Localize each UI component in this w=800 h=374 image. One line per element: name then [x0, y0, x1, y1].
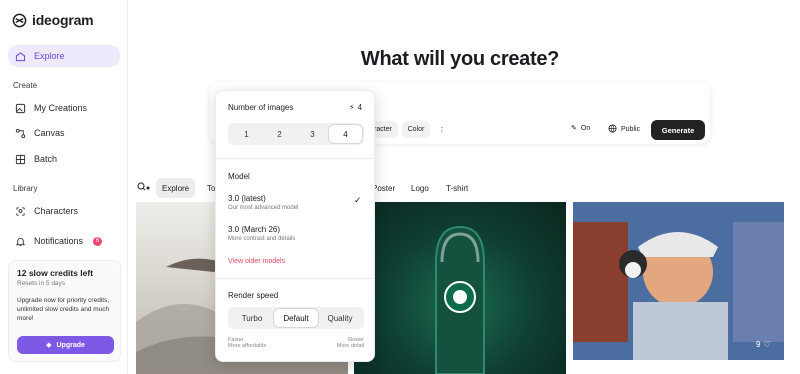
check-icon: ✓ — [354, 195, 362, 205]
credits-promo: Upgrade now for priority credits, unlimi… — [17, 297, 110, 322]
images-option-3[interactable]: 3 — [296, 125, 329, 143]
divider — [216, 158, 374, 159]
gallery-image-starbucks[interactable] — [354, 202, 566, 374]
ideogram-logo-icon — [12, 13, 27, 27]
images-option-4[interactable]: 4 — [329, 125, 362, 143]
gallery-image-mailman[interactable] — [573, 202, 784, 360]
tab-logo[interactable]: Logo — [405, 178, 435, 198]
tab-explore[interactable]: Explore — [156, 178, 196, 198]
upgrade-button[interactable]: ◆ Upgrade — [17, 336, 114, 354]
sidebar-item-canvas[interactable]: Canvas — [8, 122, 120, 144]
like-counter[interactable]: 9 ♡ — [756, 340, 771, 349]
bolt-icon: ⚡ — [349, 103, 355, 112]
images-option-1[interactable]: 1 — [230, 125, 263, 143]
sidebar-item-characters[interactable]: Characters — [8, 200, 120, 222]
speed-note-affordable: More affordable — [228, 343, 267, 349]
render-speed-label: Render speed — [228, 291, 279, 300]
visibility-toggle[interactable]: Public — [608, 124, 640, 135]
page-title: What will you create? — [360, 48, 560, 70]
model-label: Model — [228, 172, 250, 181]
home-icon — [14, 50, 26, 62]
diamond-icon: ◆ — [46, 342, 52, 349]
section-create: Create — [13, 81, 38, 90]
color-chip[interactable]: Color — [402, 121, 430, 138]
speed-option-turbo[interactable]: Turbo — [230, 309, 274, 327]
model-name: 3.0 (latest) — [228, 194, 266, 203]
upgrade-label: Upgrade — [56, 341, 85, 349]
generate-button[interactable]: Generate — [651, 120, 705, 140]
sidebar-item-my-creations[interactable]: My Creations — [8, 97, 120, 119]
notification-badge: 6 — [93, 236, 103, 246]
model-desc: Our most advanced model — [228, 205, 299, 211]
brand-name: ideogram — [32, 12, 94, 28]
sidebar-item-explore[interactable]: Explore — [8, 45, 120, 67]
more-options-icon[interactable]: ⋮ — [434, 121, 450, 138]
divider — [216, 278, 374, 279]
bell-icon — [14, 235, 26, 247]
model-option-march26[interactable]: 3.0 (March 26) More contrast and details — [228, 225, 364, 242]
images-cost: ⚡ 4 — [349, 103, 362, 112]
credits-reset: Resets in 5 days — [17, 280, 66, 287]
sidebar-item-label: Characters — [34, 206, 79, 216]
model-name: 3.0 (March 26) — [228, 225, 281, 234]
magic-prompt-toggle[interactable]: ✎ On — [571, 124, 591, 133]
character-icon — [14, 205, 26, 217]
speed-option-default[interactable]: Default — [274, 309, 318, 327]
canvas-icon — [14, 127, 26, 139]
image-icon — [14, 102, 26, 114]
model-option-latest[interactable]: 3.0 (latest) Our most advanced model — [228, 194, 364, 211]
generation-settings-dropdown: Number of images ⚡ 4 1 2 3 4 Model 3.0 (… — [215, 90, 375, 362]
search-icon — [137, 182, 150, 194]
speed-notes: Faster More affordable Slower More detai… — [228, 337, 364, 349]
view-older-models-link[interactable]: View older models — [228, 258, 285, 265]
sidebar-item-batch[interactable]: Batch — [8, 148, 120, 170]
speed-option-quality[interactable]: Quality — [318, 309, 362, 327]
sidebar-item-label: Notifications — [34, 236, 84, 246]
like-count: 9 — [756, 340, 761, 349]
magic-wand-icon: ✎ — [571, 125, 577, 132]
sidebar-item-label: Batch — [34, 154, 58, 164]
visibility-label: Public — [621, 126, 641, 133]
render-speed-selector[interactable]: Turbo Default Quality — [228, 307, 364, 329]
globe-icon — [608, 124, 617, 135]
credits-card: 12 slow credits left Resets in 5 days Up… — [8, 260, 121, 362]
sidebar-item-label: My Creations — [34, 103, 88, 113]
tab-tshirt[interactable]: T-shirt — [440, 178, 474, 198]
sidebar-item-label: Explore — [34, 51, 65, 61]
speed-note-right: Slower More detail — [337, 337, 364, 349]
magic-prompt-label: On — [580, 124, 591, 132]
images-option-2[interactable]: 2 — [263, 125, 296, 143]
model-desc: More contrast and details — [228, 236, 296, 242]
credits-title: 12 slow credits left — [17, 268, 94, 278]
images-label: Number of images — [228, 103, 294, 112]
images-cost-value: 4 — [357, 103, 363, 112]
logo[interactable]: ideogram — [12, 12, 94, 28]
grid-icon — [14, 153, 26, 165]
app: ideogram Explore Create My Creations Can… — [0, 0, 800, 374]
sidebar-item-label: Canvas — [34, 128, 65, 138]
speed-note-left: Faster More affordable — [228, 337, 266, 349]
section-library: Library — [13, 184, 38, 193]
sidebar-item-notifications[interactable]: Notifications 6 — [8, 230, 120, 252]
sidebar: ideogram Explore Create My Creations Can… — [0, 0, 128, 374]
heart-icon: ♡ — [763, 340, 771, 349]
search-filter[interactable] — [137, 178, 150, 198]
images-count-selector[interactable]: 1 2 3 4 — [228, 123, 364, 145]
speed-note-detail: More detail — [336, 343, 364, 349]
